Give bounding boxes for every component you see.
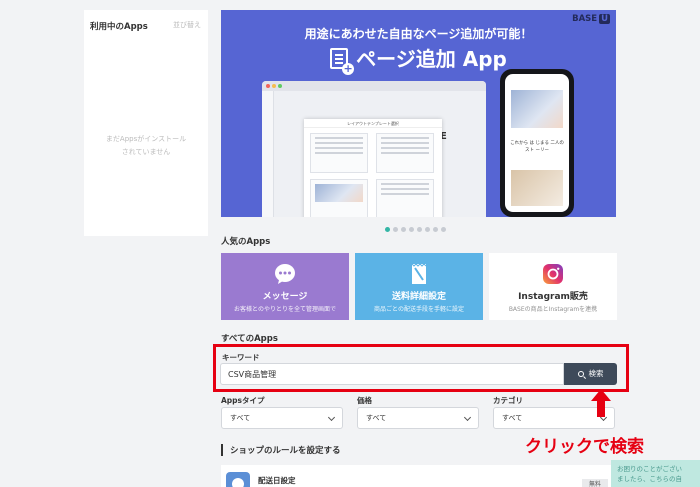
app-card-desc: お客様とのやりとりを全て管理画面で xyxy=(234,306,336,313)
shop-rules-heading: ショップのルールを設定する xyxy=(221,444,341,456)
app-type-select[interactable]: すべて xyxy=(221,407,343,429)
help-chat-widget[interactable]: お困りのことがござい ましたら、こちらの自 xyxy=(611,460,700,487)
page-add-icon xyxy=(330,48,355,75)
sort-link[interactable]: 並び替え xyxy=(173,20,201,30)
banner-subtitle: 用途にあわせた自由なページ追加が可能！ xyxy=(304,27,533,41)
desktop-mockup-illustration: NAME レイアウトテンプレート選択 xyxy=(262,81,486,217)
base-u-logo-text: BASE xyxy=(572,14,598,24)
app-card-shipping[interactable]: 送料詳細設定 商品ごとの配送手段を手軽に設定 xyxy=(355,253,483,320)
rule-card-name: 配送日設定 xyxy=(258,476,296,485)
app-type-select-value: すべて xyxy=(230,414,251,422)
empty-state-line-2: されていません xyxy=(121,148,171,156)
featured-banner[interactable]: BASEU 用途にあわせた自由なページ追加が可能！ ページ追加 App NAME… xyxy=(221,10,616,217)
app-card-desc: BASEの商品とInstagramを連携 xyxy=(508,306,598,313)
carousel-dot[interactable] xyxy=(441,227,446,232)
empty-state-text: まだAppsがインストール されていません xyxy=(84,133,208,159)
red-arrow-icon xyxy=(591,389,611,417)
popular-apps-heading: 人気のApps xyxy=(221,237,271,247)
phone-mockup-illustration: これから は じまる 二人の スト ーリー xyxy=(500,69,574,217)
rule-card-delivery-date[interactable]: 配送日設定 無料 xyxy=(221,465,616,487)
carousel-dot[interactable] xyxy=(385,227,390,232)
chevron-down-icon xyxy=(327,413,336,422)
app-card-name: メッセージ xyxy=(262,292,308,302)
app-card-instagram[interactable]: Instagram販売 BASEの商品とInstagramを連携 xyxy=(489,253,617,320)
help-widget-line-1: お困りのことがござい xyxy=(617,465,682,473)
annotation-text: クリックで検索 xyxy=(525,437,644,457)
help-widget-line-2: ましたら、こちらの自 xyxy=(617,475,682,483)
carousel-dot[interactable] xyxy=(417,227,422,232)
keyword-label: キーワード xyxy=(222,353,260,362)
shipping-label-icon xyxy=(411,263,427,284)
carousel-pagination[interactable] xyxy=(385,225,449,234)
carousel-dot[interactable] xyxy=(433,227,438,232)
carousel-dot[interactable] xyxy=(425,227,430,232)
template-modal-title: レイアウトテンプレート選択 xyxy=(304,119,442,128)
chevron-down-icon xyxy=(463,413,472,422)
app-card-message[interactable]: メッセージ お客様とのやりとりを全て管理画面で xyxy=(221,253,349,320)
phone-mockup-text: これから は じまる 二人の スト ーリー xyxy=(510,141,564,153)
app-card-name: 送料詳細設定 xyxy=(391,292,446,302)
clock-icon xyxy=(226,472,250,487)
free-badge: 無料 xyxy=(582,479,608,487)
installed-apps-panel: 利用中のApps 並び替え まだAppsがインストール されていません xyxy=(84,10,208,236)
all-apps-heading: すべてのApps xyxy=(221,334,278,344)
banner-title: ページ追加 App xyxy=(221,43,616,75)
speech-bubble-icon xyxy=(275,264,295,284)
price-select-value: すべて xyxy=(366,414,387,422)
carousel-dot[interactable] xyxy=(409,227,414,232)
search-button[interactable]: 検索 xyxy=(564,363,617,385)
base-u-logo: BASE U xyxy=(572,14,610,24)
search-button-label: 検索 xyxy=(588,369,604,378)
filter-label-category: カテゴリ xyxy=(493,396,523,405)
app-card-desc: 商品ごとの配送手段を手軽に設定 xyxy=(374,306,464,313)
price-select[interactable]: すべて xyxy=(357,407,479,429)
carousel-dot[interactable] xyxy=(401,227,406,232)
template-modal-illustration: レイアウトテンプレート選択 xyxy=(304,119,442,217)
search-icon xyxy=(577,371,584,377)
keyword-search-input[interactable] xyxy=(220,363,564,385)
instagram-icon xyxy=(543,264,563,284)
banner-title-text: ページ追加 App xyxy=(356,47,507,71)
empty-state-line-1: まだAppsがインストール xyxy=(105,135,187,143)
category-select-value: すべて xyxy=(502,414,523,422)
base-u-logo-badge: U xyxy=(599,14,610,24)
installed-apps-title: 利用中のApps xyxy=(90,22,148,32)
filter-label-price: 価格 xyxy=(357,396,372,405)
app-card-name: Instagram販売 xyxy=(518,292,588,302)
filter-label-app-type: Appsタイプ xyxy=(221,396,265,405)
carousel-dot[interactable] xyxy=(393,227,398,232)
